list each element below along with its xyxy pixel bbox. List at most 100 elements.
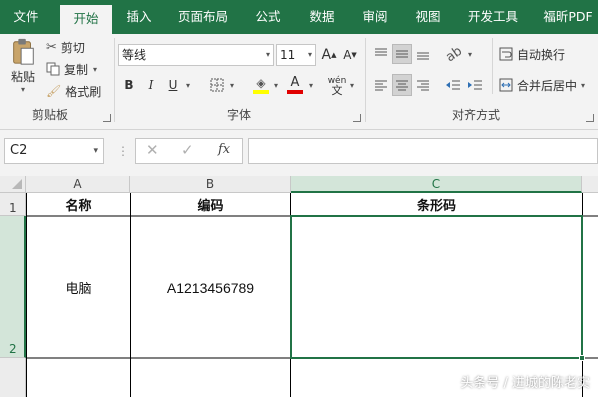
decrease-indent-button[interactable] (443, 74, 463, 96)
clipboard-icon (13, 38, 34, 65)
scissors-icon: ✂ (46, 39, 57, 55)
clipboard-dialog-launcher-icon[interactable] (103, 114, 111, 122)
copy-button[interactable]: 复制 ▾ (46, 60, 108, 78)
align-bottom-icon (417, 52, 429, 60)
merge-center-button[interactable]: 合并后居中 ▾ (499, 74, 589, 96)
paint-bucket-icon: ◈ (256, 76, 266, 90)
cell-a2[interactable]: 电脑 (27, 217, 130, 358)
worksheet-grid[interactable]: A B C 1 2 名称 编码 条形码 电脑 A1213456789 头条号 /… (0, 176, 598, 397)
tab-insert[interactable]: 插入 (115, 0, 163, 34)
tab-data[interactable]: 数据 (300, 0, 344, 34)
chevron-down-icon[interactable]: ▾ (468, 50, 472, 59)
cell-b2[interactable]: A1213456789 (131, 217, 290, 358)
formula-bar-grip-icon[interactable]: ⋮ (117, 142, 129, 160)
borders-button[interactable] (206, 74, 228, 96)
chevron-down-icon: ▾ (93, 64, 98, 74)
increase-indent-icon (468, 80, 482, 90)
chevron-down-icon[interactable]: ▾ (186, 81, 190, 90)
font-color-icon: A (290, 75, 300, 90)
fill-color-swatch (253, 90, 269, 94)
cell-a3[interactable] (27, 359, 130, 397)
tab-view[interactable]: 视图 (406, 0, 450, 34)
wrap-text-button[interactable]: 自动换行 (499, 44, 589, 64)
font-color-swatch (287, 90, 303, 94)
cell-b1[interactable]: 编码 (131, 193, 290, 216)
phonetic-guide-button[interactable]: wén 文 (326, 74, 348, 98)
align-left-icon (375, 80, 387, 91)
paste-button[interactable]: 粘贴 ▾ (6, 38, 40, 94)
align-middle-button[interactable] (392, 44, 412, 64)
orientation-button[interactable]: ab (443, 43, 465, 65)
align-top-icon (375, 48, 387, 56)
increase-font-size-icon[interactable]: A ▲ (320, 44, 338, 66)
ribbon-tab-bar: 文件 开始 插入 页面布局 公式 数据 审阅 视图 开发工具 福昕PDF (0, 0, 598, 34)
chevron-down-icon: ▾ (93, 146, 98, 156)
tab-developer[interactable]: 开发工具 (460, 0, 526, 34)
cut-label: 剪切 (60, 40, 85, 55)
formula-input[interactable] (248, 138, 598, 164)
formula-bar: C2 ▾ ⋮ ✕ ✓ fx (0, 130, 598, 176)
chevron-down-icon: ▾ (581, 80, 586, 90)
font-size-value: 11 (280, 48, 296, 62)
cell-a1[interactable]: 名称 (27, 193, 130, 216)
chevron-down-icon: ▾ (307, 50, 312, 59)
name-box-value: C2 (10, 143, 28, 158)
phonetic-icon: 文 (331, 84, 343, 97)
alignment-group-label: 对齐方式 (451, 108, 500, 122)
align-top-button[interactable] (371, 44, 391, 64)
ribbon: 粘贴 ▾ ✂ 剪切 复制 ▾ 🖌 格式刷 剪贴板 等线 ▾ 11 ▾ A ▲ A ▼… (0, 34, 598, 130)
chevron-down-icon[interactable]: ▾ (309, 81, 313, 90)
tab-foxit-pdf[interactable]: 福昕PDF (538, 0, 598, 34)
copy-icon (46, 62, 60, 76)
font-name-value: 等线 (122, 48, 147, 62)
font-group-label: 字体 (226, 108, 251, 122)
font-name-combo[interactable]: 等线 ▾ (118, 44, 274, 66)
cancel-icon[interactable]: ✕ (146, 141, 159, 159)
format-painter-label: 格式刷 (65, 84, 102, 99)
underline-button[interactable]: U (164, 74, 182, 96)
tab-review[interactable]: 审阅 (353, 0, 397, 34)
format-painter-button[interactable]: 🖌 格式刷 (46, 82, 108, 100)
watermark: 头条号 / 进城的陈老实 (460, 376, 590, 391)
tab-page-layout[interactable]: 页面布局 (170, 0, 236, 34)
tab-formulas[interactable]: 公式 (246, 0, 290, 34)
align-right-button[interactable] (413, 74, 433, 96)
paste-label: 粘贴 (10, 70, 35, 84)
tab-home[interactable]: 开始 (60, 5, 112, 34)
merge-center-label: 合并后居中 (517, 78, 578, 93)
insert-function-icon[interactable]: fx (218, 142, 230, 157)
tab-file[interactable]: 文件 (0, 0, 52, 34)
confirm-check-icon[interactable]: ✓ (181, 141, 194, 159)
alignment-dialog-launcher-icon[interactable] (586, 114, 594, 122)
font-size-combo[interactable]: 11 ▾ (276, 44, 316, 66)
increase-indent-button[interactable] (465, 74, 485, 96)
bold-button[interactable]: B (120, 74, 138, 96)
align-bottom-button[interactable] (413, 44, 433, 64)
align-middle-icon (396, 50, 408, 58)
chevron-down-icon: ▾ (265, 50, 270, 59)
formula-buttons: ✕ ✓ fx (135, 138, 243, 164)
orientation-icon: ab (443, 43, 465, 65)
name-box[interactable]: C2 ▾ (4, 138, 104, 164)
merge-cells-icon (499, 78, 513, 92)
align-right-icon (417, 80, 429, 91)
cut-button[interactable]: ✂ 剪切 (46, 38, 106, 56)
align-left-button[interactable] (371, 74, 391, 96)
font-dialog-launcher-icon[interactable] (353, 114, 361, 122)
italic-button[interactable]: I (142, 74, 160, 96)
paintbrush-icon: 🖌 (46, 84, 62, 98)
align-center-button[interactable] (392, 74, 412, 96)
cell-c2-selected[interactable] (290, 215, 583, 359)
align-center-icon (396, 80, 408, 91)
chevron-down-icon[interactable]: ▾ (350, 81, 354, 90)
font-color-button[interactable]: A (284, 74, 306, 96)
copy-label: 复制 (64, 62, 89, 77)
cell-b3[interactable] (131, 359, 290, 397)
decrease-font-size-icon[interactable]: A ▼ (341, 44, 359, 66)
cell-c1[interactable]: 条形码 (291, 193, 582, 216)
chevron-down-icon[interactable]: ▾ (230, 81, 234, 90)
fill-color-button[interactable]: ◈ (250, 74, 272, 96)
wrap-text-icon (499, 47, 513, 61)
group-divider (492, 38, 493, 94)
chevron-down-icon[interactable]: ▾ (274, 81, 278, 90)
